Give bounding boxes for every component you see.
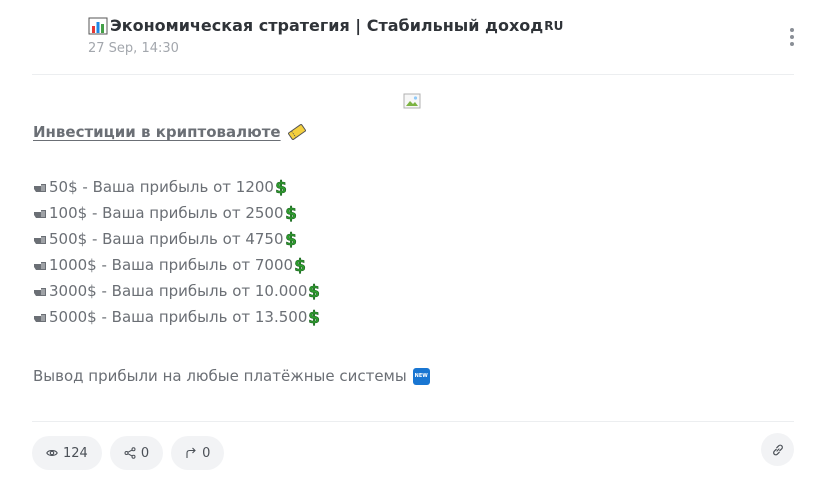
ru-flag: RU [544,18,564,33]
heavy-dollar-sign-emoji-icon: $ [308,282,320,301]
list-item: 50$ - Ваша прибыль от 1200 $ [33,174,320,200]
views-button[interactable]: 124 [32,436,102,470]
svg-text:$: $ [285,204,297,223]
share-nodes-icon [124,447,136,459]
list-item: 500$ - Ваша прибыль от 4750 $ [33,226,320,252]
offer-text: 3000$ - Ваша прибыль от 10.000 [49,282,308,300]
pointing-hand-icon [34,288,46,296]
vertical-dots-icon [790,28,794,32]
shares-button[interactable]: 0 [171,436,225,470]
offer-text: 100$ - Ваша прибыль от 2500 [49,204,284,222]
post-stats: 124 0 0 [32,436,225,470]
pointing-hand-icon [34,262,46,270]
forward-arrow-icon [186,447,196,458]
channel-title: Экономическая стратегия | Стабильный дох… [110,16,544,35]
svg-text:$: $ [308,308,320,327]
reactions-count: 0 [140,445,150,461]
heavy-dollar-sign-emoji-icon: $ [285,204,297,223]
withdraw-line: Вывод прибыли на любые платёжные системы… [33,367,430,385]
list-item: 5000$ - Ваша прибыль от 13.500 $ [33,304,320,330]
list-item: 100$ - Ваша прибыль от 2500 $ [33,200,320,226]
shares-count: 0 [202,445,211,461]
broken-image-icon [403,93,421,109]
ticket-emoji-icon [287,124,306,140]
svg-text:$: $ [275,178,287,197]
pointing-hand-icon [34,236,46,244]
heavy-dollar-sign-emoji-icon: $ [294,256,306,275]
vertical-dots-icon [790,35,794,39]
offer-text: 1000$ - Ваша прибыль от 7000 [49,256,294,274]
channel-title-row[interactable]: Экономическая стратегия | Стабильный дох… [88,16,748,35]
offer-text: 50$ - Ваша прибыль от 1200 [49,178,274,196]
crypto-investment-link[interactable]: Инвестиции в криптовалюте [33,123,281,141]
new-badge-icon: NEW [412,367,430,385]
pointing-hand-icon [34,184,46,192]
heavy-dollar-sign-emoji-icon: $ [275,178,287,197]
offer-text: 5000$ - Ваша прибыль от 13.500 [49,308,308,326]
eye-icon [46,450,58,456]
vertical-dots-icon [790,42,794,46]
heavy-dollar-sign-emoji-icon: $ [308,308,320,327]
offer-list: 50$ - Ваша прибыль от 1200 $ 100$ - Ваша… [33,174,320,330]
offer-text: 500$ - Ваша прибыль от 4750 [49,230,284,248]
pointing-hand-icon [34,210,46,218]
header-divider [32,74,794,75]
svg-text:$: $ [308,282,320,301]
pointing-hand-icon [34,314,46,322]
heavy-dollar-sign-emoji-icon: $ [285,230,297,249]
post-date: 27 Sep, 14:30 [88,41,179,56]
withdraw-text: Вывод прибыли на любые платёжные системы [33,367,407,385]
views-count: 124 [63,445,88,461]
bar-chart-emoji-icon [88,17,108,34]
footer-divider [32,421,794,422]
link-icon [772,444,783,455]
post-link-row: Инвестиции в криптовалюте [33,123,306,141]
copy-link-button[interactable] [761,433,794,466]
more-options-button[interactable] [787,28,797,48]
svg-text:$: $ [285,230,297,249]
reactions-button[interactable]: 0 [109,436,164,470]
list-item: 3000$ - Ваша прибыль от 10.000 $ [33,278,320,304]
post-header: Экономическая стратегия | Стабильный дох… [88,16,748,56]
list-item: 1000$ - Ваша прибыль от 7000 $ [33,252,320,278]
svg-text:$: $ [294,256,306,275]
